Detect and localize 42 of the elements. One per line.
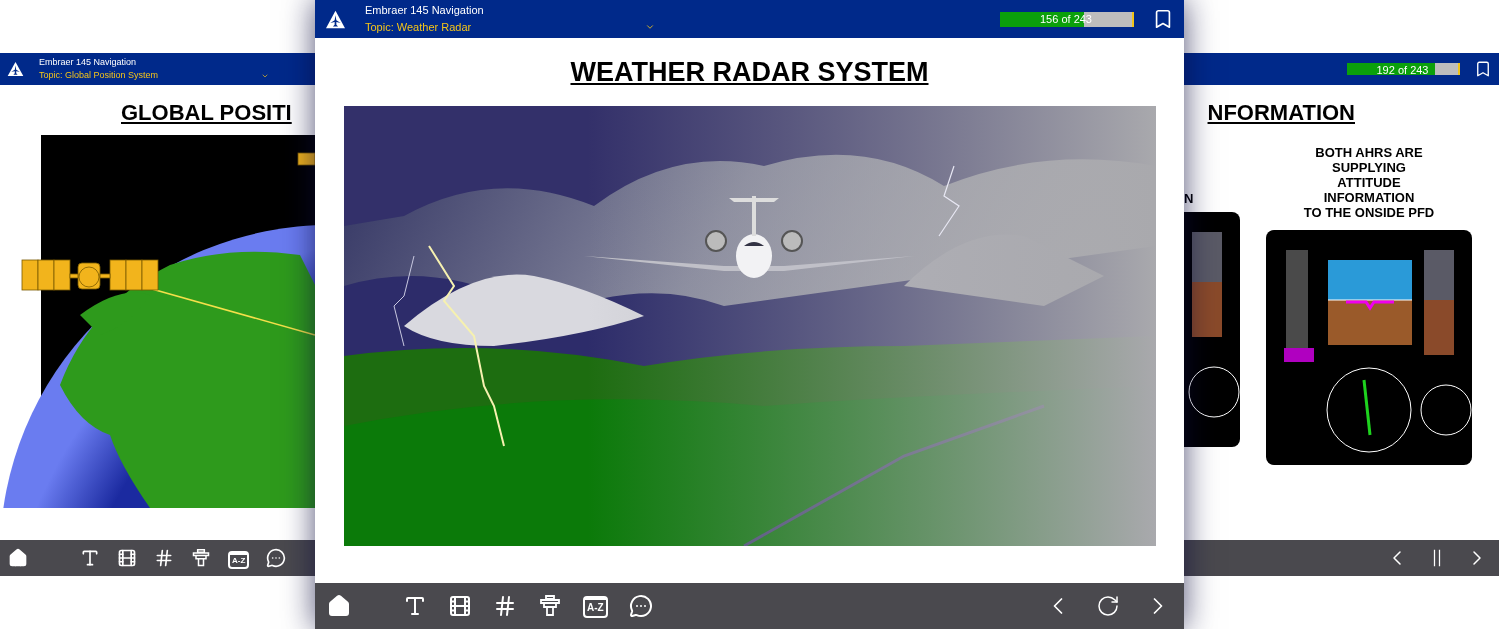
- glossary-button[interactable]: A-Z: [583, 596, 608, 618]
- text-button[interactable]: [80, 548, 100, 568]
- podium-icon: [191, 548, 211, 568]
- bookmark-icon: [1474, 60, 1492, 78]
- film-icon: [117, 548, 137, 568]
- chat-icon: [628, 594, 653, 618]
- hash-button[interactable]: [493, 594, 517, 618]
- course-title: Embraer 145 Navigation: [39, 56, 138, 68]
- slide-title: NFORMATION: [1207, 99, 1355, 127]
- podium-button[interactable]: [191, 548, 211, 568]
- chat-button[interactable]: [266, 548, 287, 568]
- home-button[interactable]: [8, 548, 28, 568]
- text-icon: [80, 548, 100, 568]
- chat-icon: [266, 548, 287, 568]
- text-button[interactable]: [403, 594, 427, 618]
- bookmark-button[interactable]: [1474, 60, 1492, 78]
- topic-dropdown[interactable]: Topic: Weather Radar: [365, 20, 655, 35]
- hash-icon: [493, 594, 517, 618]
- caption-fragment: N: [1184, 191, 1195, 205]
- film-icon: [448, 594, 472, 618]
- refresh-button[interactable]: [1096, 594, 1120, 618]
- chat-button[interactable]: [628, 594, 653, 618]
- video-button[interactable]: [448, 594, 472, 618]
- glossary-button[interactable]: A-Z: [228, 551, 250, 569]
- video-button[interactable]: [117, 548, 137, 568]
- home-button[interactable]: [327, 594, 351, 618]
- refresh-icon: [1096, 594, 1120, 618]
- progress-text: 192 of 243: [1375, 63, 1430, 78]
- hash-icon: [154, 548, 174, 568]
- podium-icon: [538, 594, 562, 618]
- home-icon: [8, 548, 28, 568]
- home-icon: [327, 594, 351, 618]
- podium-button[interactable]: [538, 594, 562, 618]
- topic-dropdown[interactable]: Topic: Global Position System: [39, 70, 269, 82]
- logo-icon: [7, 61, 24, 77]
- slide-caption: BOTH AHRS ARE SUPPLYING ATTITUDE INFORMATION TO THE ONSIDE PFD: [1302, 144, 1436, 220]
- slide-title: GLOBAL POSITI: [121, 99, 293, 127]
- hash-button[interactable]: [154, 548, 174, 568]
- slide-title: WEATHER RADAR SYSTEM: [570, 56, 929, 89]
- logo-icon: [325, 9, 346, 29]
- course-title: Embraer 145 Navigation: [365, 3, 485, 18]
- text-icon: [403, 594, 427, 618]
